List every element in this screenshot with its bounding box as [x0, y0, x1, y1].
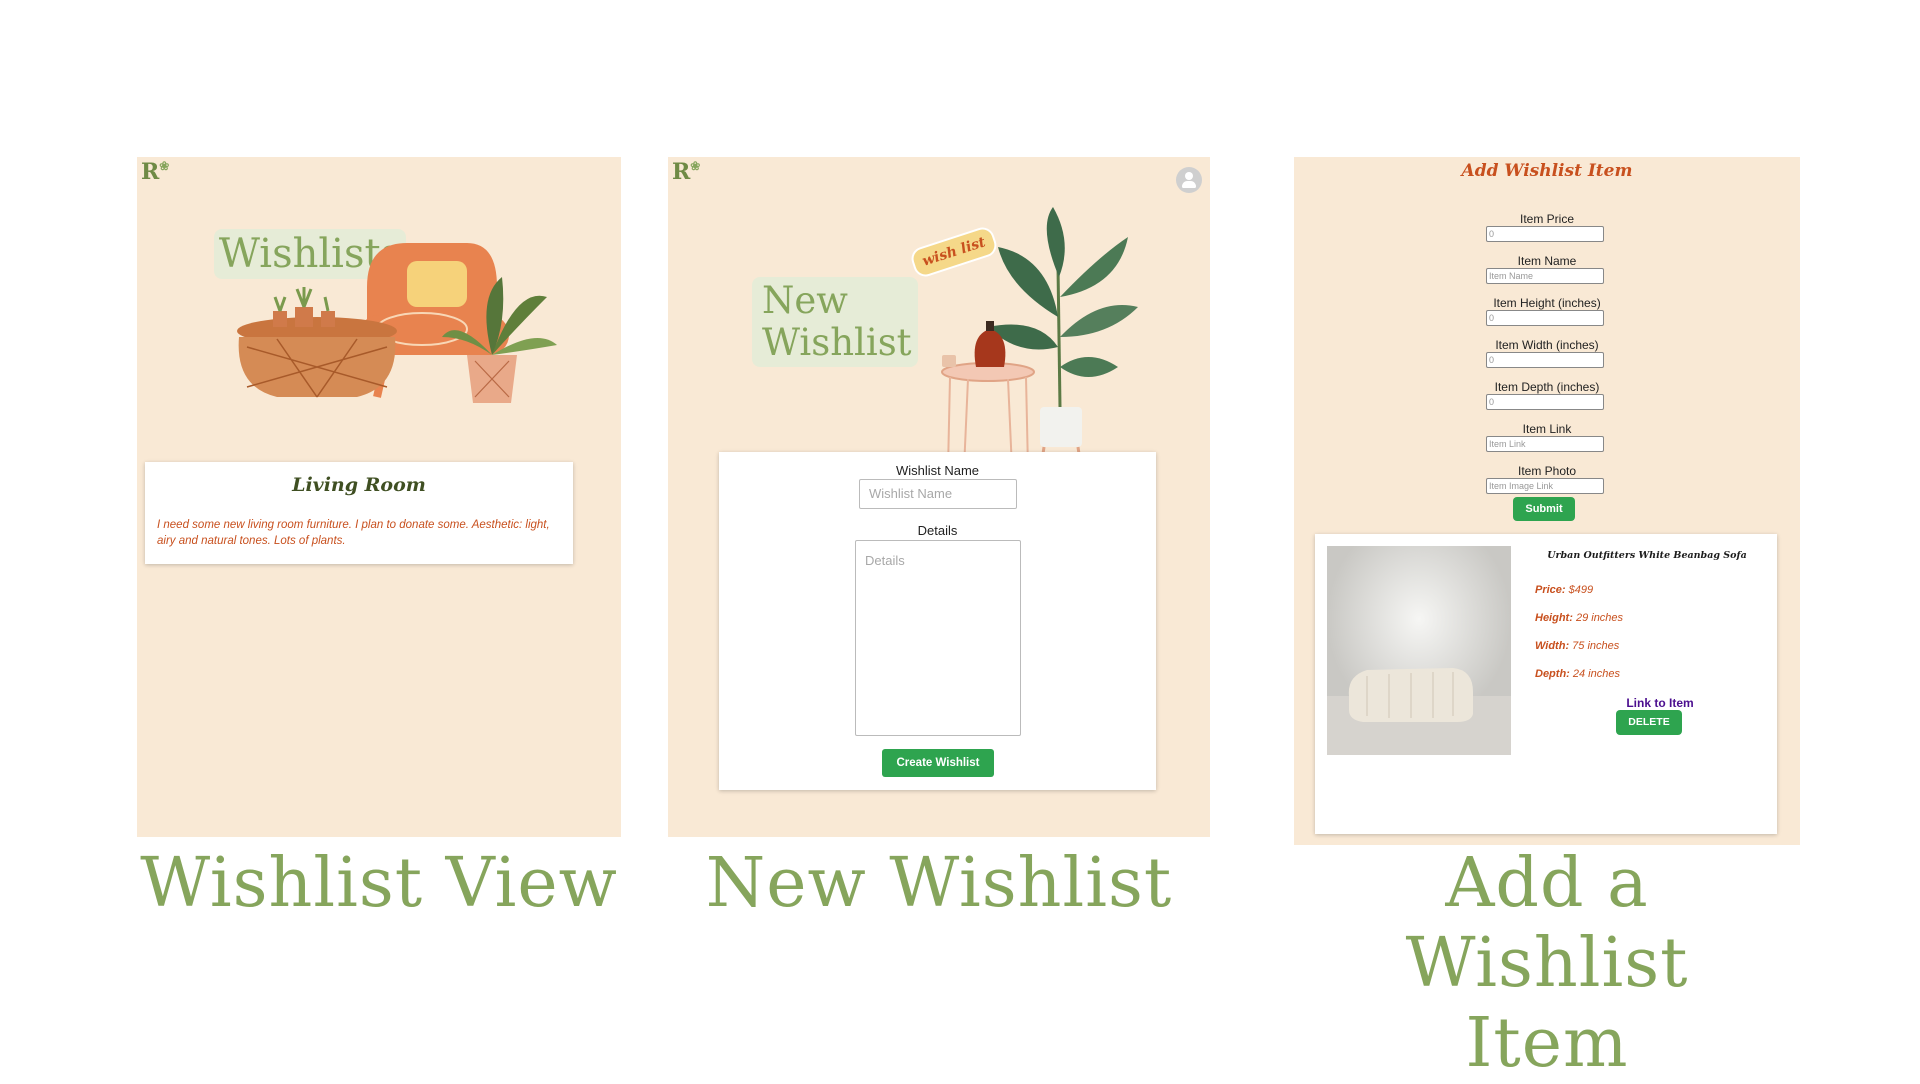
submit-button[interactable]: Submit — [1513, 497, 1575, 521]
item-link-label: Item Link — [1522, 422, 1572, 436]
details-label: Details — [917, 523, 958, 538]
wishlist-view-panel: R❀ Wishlists Living Room I need some new… — [137, 157, 621, 837]
item-name-label: Item Name — [1517, 254, 1577, 268]
item-photo-label: Item Photo — [1517, 464, 1577, 478]
item-name: Urban Outfitters White Beanbag Sofa — [1547, 550, 1747, 561]
item-depth: Depth: 24 inches — [1535, 668, 1620, 680]
heading-line-2: Wishlist — [762, 321, 912, 364]
item-height: Height: 29 inches — [1535, 612, 1624, 624]
wishlist-name-input[interactable]: Wishlist Name — [859, 479, 1017, 509]
caption-new-wishlist: New Wishlist — [705, 844, 1173, 923]
user-avatar-icon[interactable] — [1176, 167, 1202, 193]
caption-add-wishlist-item: Add a Wishlist Item — [1294, 844, 1800, 1084]
details-textarea[interactable]: Details — [855, 540, 1021, 736]
new-wishlist-form: Wishlist Name Wishlist Name Details Deta… — [719, 452, 1156, 790]
create-wishlist-button[interactable]: Create Wishlist — [882, 749, 994, 777]
heading-line-1: New — [762, 279, 848, 322]
item-depth-input[interactable]: 0 — [1486, 394, 1604, 410]
item-height-label: Item Height (inches) — [1493, 296, 1601, 310]
new-wishlist-panel: R❀ New Wishlist wish list Wishlist Name … — [668, 157, 1210, 837]
item-width-input[interactable]: 0 — [1486, 352, 1604, 368]
link-to-item[interactable]: Link to Item — [1605, 696, 1715, 710]
app-logo[interactable]: R❀ — [672, 159, 700, 185]
item-width: Width: 75 inches — [1535, 640, 1620, 652]
item-height-input[interactable]: 0 — [1486, 310, 1604, 326]
item-price-label: Item Price — [1519, 212, 1574, 226]
caption-line-2: Item — [1465, 1004, 1629, 1083]
item-photo — [1327, 546, 1511, 755]
item-depth-label: Item Depth (inches) — [1494, 380, 1600, 394]
card-description: I need some new living room furniture. I… — [157, 519, 550, 547]
wishlist-card[interactable]: Living Room I need some new living room … — [145, 462, 573, 564]
wishlist-name-label: Wishlist Name — [895, 463, 980, 478]
wishlist-item-card: Urban Outfitters White Beanbag Sofa Pric… — [1315, 534, 1777, 834]
add-wishlist-item-panel: Add Wishlist Item Item Price 0 Item Name… — [1294, 157, 1800, 845]
item-price-input[interactable]: 0 — [1486, 226, 1604, 242]
living-room-illustration — [237, 243, 557, 403]
app-logo[interactable]: R❀ — [141, 159, 169, 185]
page-heading: New Wishlist — [752, 277, 918, 367]
form-title: Add Wishlist Item — [1461, 161, 1633, 181]
item-link-input[interactable]: Item Link — [1486, 436, 1604, 452]
item-photo-input[interactable]: Item Image Link — [1486, 478, 1604, 494]
item-width-label: Item Width (inches) — [1495, 338, 1599, 352]
caption-wishlist-view: Wishlist View — [140, 844, 618, 923]
card-title: Living Room — [292, 474, 426, 496]
caption-line-1: Add a Wishlist — [1405, 844, 1689, 1003]
item-name-input[interactable]: Item Name — [1486, 268, 1604, 284]
item-price: Price: $499 — [1535, 584, 1594, 596]
delete-button[interactable]: DELETE — [1616, 710, 1682, 735]
